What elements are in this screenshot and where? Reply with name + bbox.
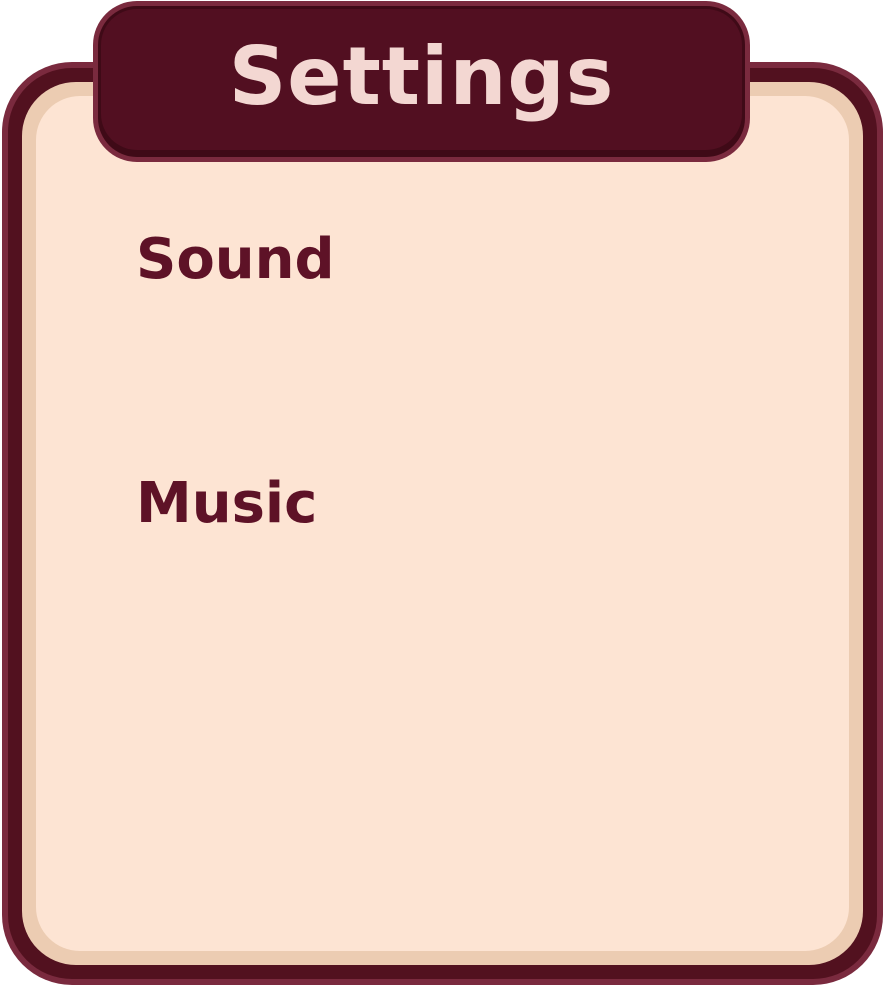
sound-setting-label: Sound: [136, 227, 335, 292]
music-setting-label: Music: [136, 471, 318, 536]
panel-title: Settings: [228, 30, 615, 123]
panel-frame: [2, 62, 883, 985]
title-tab: Settings: [93, 1, 750, 162]
settings-panel: Settings Sound Music: [0, 0, 885, 987]
